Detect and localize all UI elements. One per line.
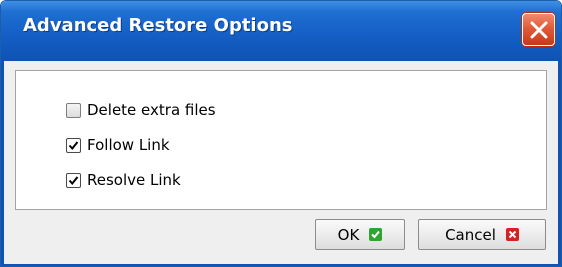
cross-icon	[505, 228, 519, 241]
follow-link-checkbox[interactable]	[66, 137, 81, 153]
option-label: Resolve Link	[87, 171, 181, 189]
resolve-link-checkbox[interactable]	[66, 172, 81, 188]
cancel-button-label: Cancel	[445, 225, 496, 244]
option-label: Follow Link	[87, 136, 170, 154]
option-follow-link[interactable]: Follow Link	[66, 135, 170, 155]
ok-button[interactable]: OK	[315, 219, 405, 250]
check-icon	[369, 228, 383, 241]
title-bar[interactable]: Advanced Restore Options	[1, 1, 561, 61]
dialog-title: Advanced Restore Options	[23, 15, 293, 36]
options-panel: Delete extra files Follow Link Resolve L…	[15, 70, 547, 210]
close-icon	[530, 21, 548, 39]
option-label: Delete extra files	[87, 101, 216, 119]
checkmark-icon	[68, 140, 79, 150]
option-delete-extra-files[interactable]: Delete extra files	[66, 100, 216, 120]
advanced-restore-options-dialog: Advanced Restore Options Delete extra fi…	[0, 0, 562, 267]
close-button[interactable]	[522, 13, 555, 46]
dialog-body: Delete extra files Follow Link Resolve L…	[1, 61, 561, 266]
option-resolve-link[interactable]: Resolve Link	[66, 170, 181, 190]
ok-button-label: OK	[337, 225, 360, 244]
checkmark-icon	[68, 175, 79, 185]
delete-extra-files-checkbox[interactable]	[66, 102, 81, 118]
cancel-button[interactable]: Cancel	[418, 219, 546, 250]
